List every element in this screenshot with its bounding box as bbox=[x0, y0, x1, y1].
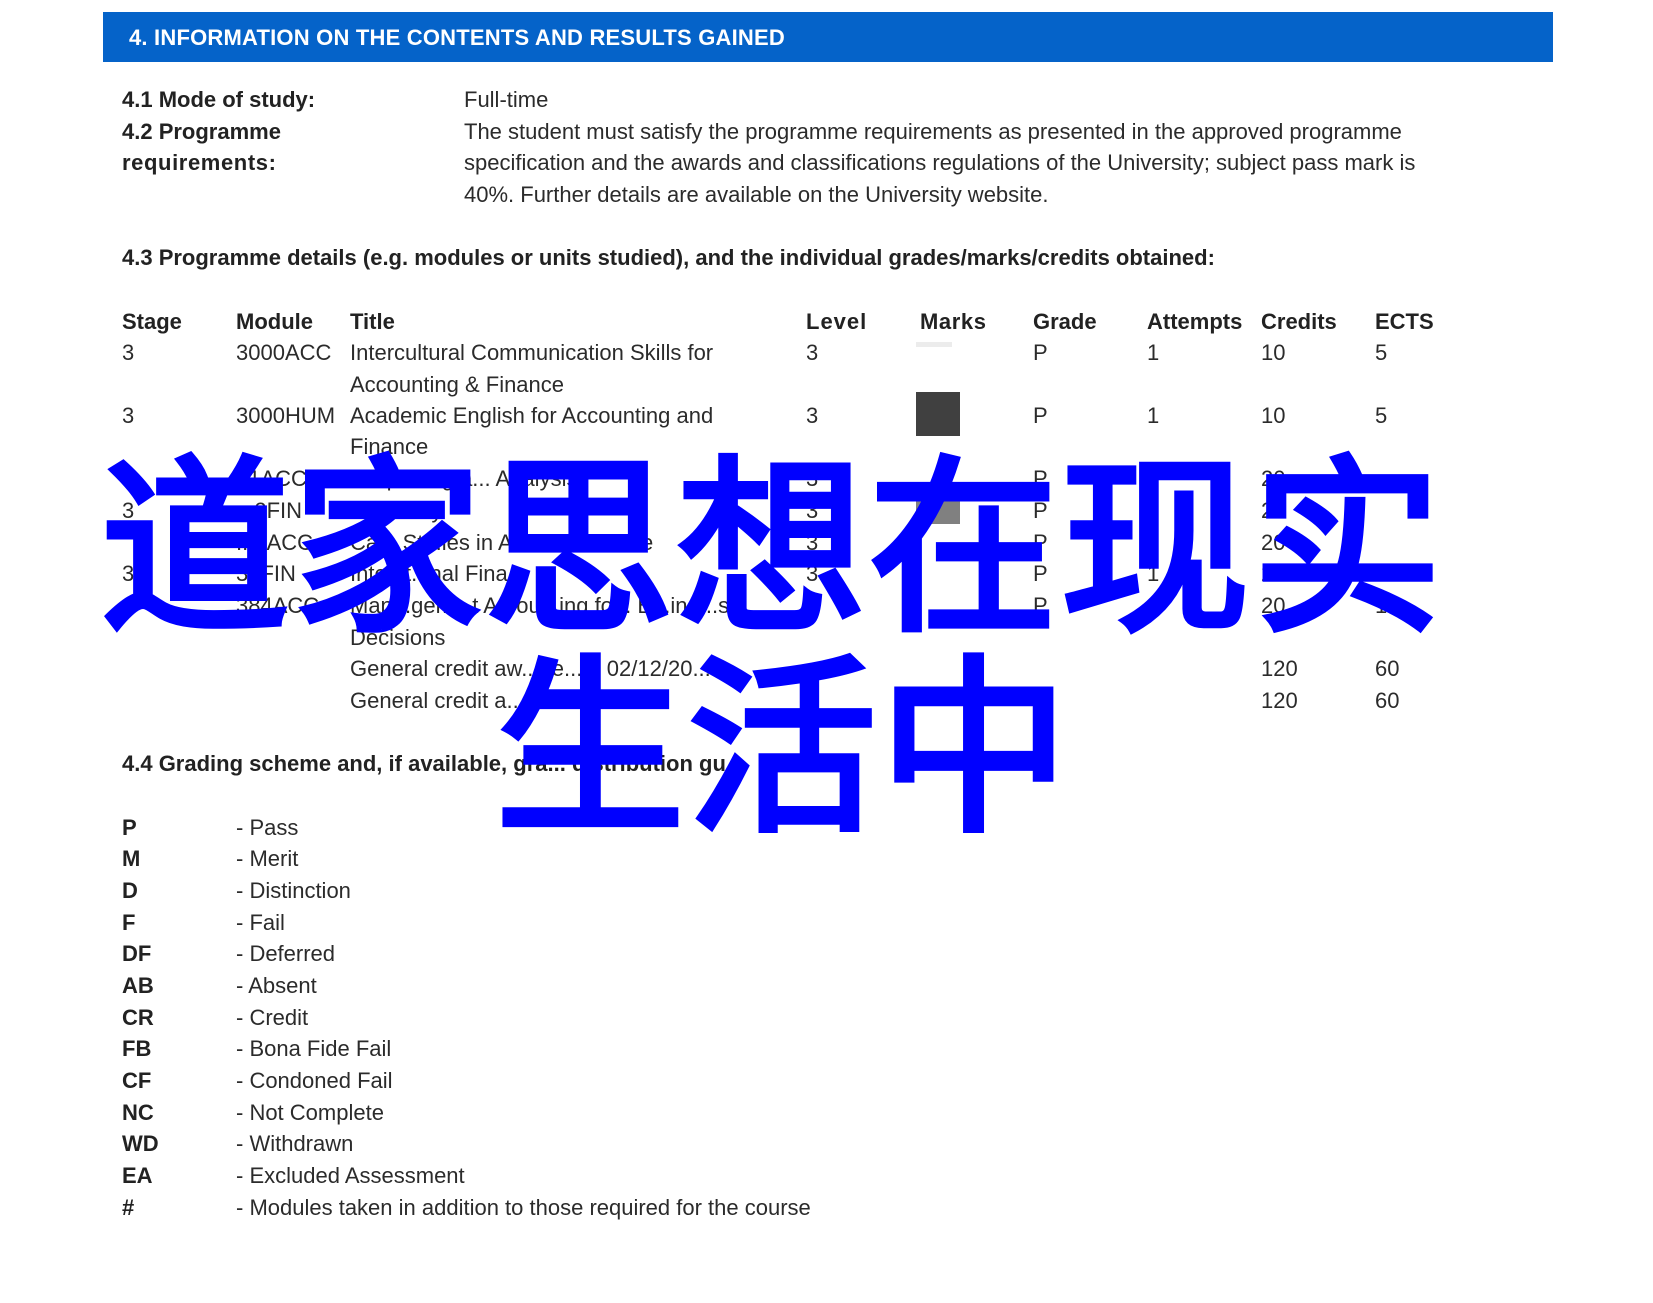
grade-description: - Condoned Fail bbox=[236, 1068, 393, 1093]
grade-code: CR bbox=[122, 1005, 154, 1030]
cell-ects: 5 bbox=[1375, 340, 1388, 365]
programme-details-heading: 4.3 Programme details (e.g. modules or u… bbox=[122, 245, 1215, 270]
column-header-grade: Grade bbox=[1033, 309, 1097, 334]
mode-of-study-value: Full-time bbox=[464, 87, 549, 112]
section-title: 4. INFORMATION ON THE CONTENTS AND RESUL… bbox=[129, 25, 785, 50]
redacted-marks bbox=[916, 342, 952, 347]
grade-description: - Modules taken in addition to those req… bbox=[236, 1195, 811, 1220]
column-header-module: Module bbox=[236, 309, 313, 334]
cell-attempts: 1 bbox=[1147, 340, 1160, 365]
cell-level: 3 bbox=[806, 340, 819, 365]
grade-code: M bbox=[122, 846, 141, 871]
grade-description: - Pass bbox=[236, 815, 299, 840]
grade-code: NC bbox=[122, 1100, 154, 1125]
cell-stage: 3 bbox=[122, 340, 135, 365]
column-header-level: Level bbox=[806, 309, 868, 334]
grade-code: CF bbox=[122, 1068, 152, 1093]
cell-title: Academic English for Accounting and bbox=[350, 403, 714, 428]
cell-module: 3000ACC bbox=[236, 340, 332, 365]
cell-credits: 120 bbox=[1261, 688, 1298, 713]
grade-description: - Distinction bbox=[236, 878, 351, 903]
grade-code: F bbox=[122, 910, 136, 935]
column-header-credits: Credits bbox=[1261, 309, 1337, 334]
grade-code: WD bbox=[122, 1131, 159, 1156]
column-header-title: Title bbox=[350, 309, 395, 334]
grade-description: - Excluded Assessment bbox=[236, 1163, 465, 1188]
section-header-bar: 4. INFORMATION ON THE CONTENTS AND RESUL… bbox=[103, 12, 1553, 62]
grade-code: AB bbox=[122, 973, 154, 998]
grade-code: DF bbox=[122, 941, 152, 966]
grade-code: EA bbox=[122, 1163, 153, 1188]
grade-code: P bbox=[122, 815, 137, 840]
cell-stage: 3 bbox=[122, 403, 135, 428]
cell-module: 3000HUM bbox=[236, 403, 336, 428]
grade-description: - Withdrawn bbox=[236, 1131, 354, 1156]
mode-of-study-label: 4.1 Mode of study: bbox=[122, 87, 316, 112]
watermark-line-2: 生活中 bbox=[495, 639, 1072, 860]
cell-title-cont: Accounting & Finance bbox=[350, 372, 565, 397]
cell-grade: P bbox=[1033, 403, 1048, 428]
column-header-ects: ECTS bbox=[1375, 309, 1434, 334]
programme-requirements-line: The student must satisfy the programme r… bbox=[464, 119, 1402, 144]
redacted-marks bbox=[916, 392, 960, 436]
cell-ects: 60 bbox=[1375, 688, 1400, 713]
column-header-attempts: Attempts bbox=[1147, 309, 1243, 334]
cell-level: 3 bbox=[806, 403, 819, 428]
grade-code: D bbox=[122, 878, 138, 903]
programme-requirements-line: 40%. Further details are available on th… bbox=[464, 182, 1049, 207]
cell-title: Intercultural Communication Skills for bbox=[350, 340, 714, 365]
column-header-marks: Marks bbox=[920, 309, 987, 334]
column-header-stage: Stage bbox=[122, 309, 182, 334]
grade-description: - Fail bbox=[236, 910, 285, 935]
grade-description: - Credit bbox=[236, 1005, 309, 1030]
grade-description: - Deferred bbox=[236, 941, 336, 966]
cell-ects: 5 bbox=[1375, 403, 1388, 428]
grade-description: - Not Complete bbox=[236, 1100, 384, 1125]
programme-requirements-label-2: requirements: bbox=[122, 150, 277, 175]
grade-description: - Absent bbox=[236, 973, 317, 998]
programme-requirements-line: specification and the awards and classif… bbox=[464, 150, 1416, 175]
grade-description: - Merit bbox=[236, 846, 299, 871]
cell-credits: 10 bbox=[1261, 403, 1286, 428]
cell-attempts: 1 bbox=[1147, 403, 1160, 428]
cell-grade: P bbox=[1033, 340, 1048, 365]
watermark-line-1: 道家思想在现实 bbox=[100, 439, 1445, 660]
grade-code: # bbox=[122, 1195, 135, 1220]
grade-code: FB bbox=[122, 1036, 152, 1061]
grade-description: - Bona Fide Fail bbox=[236, 1036, 392, 1061]
programme-requirements-label-1: 4.2 Programme bbox=[122, 119, 281, 144]
cell-credits: 10 bbox=[1261, 340, 1286, 365]
